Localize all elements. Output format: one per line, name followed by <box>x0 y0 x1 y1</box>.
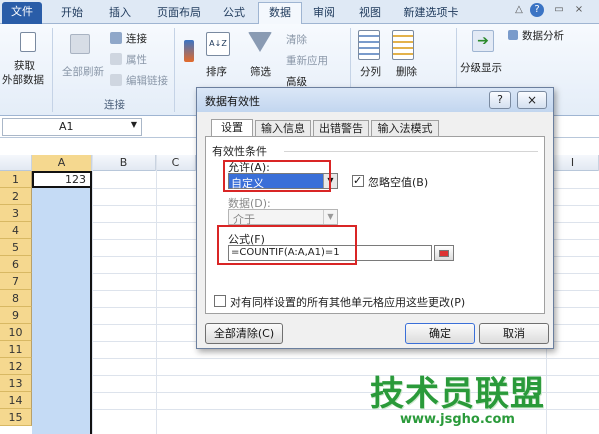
clear-button[interactable]: 清除 <box>286 32 307 47</box>
row-header[interactable]: 10 <box>0 324 32 341</box>
dialog-title: 数据有效性 <box>205 95 260 108</box>
refresh-all-button[interactable]: 全部刷新 <box>62 64 104 79</box>
apply-all-checkbox[interactable] <box>214 295 226 307</box>
tab-new[interactable]: 新建选项卡 <box>398 3 464 24</box>
chevron-down-icon[interactable]: ▼ <box>131 120 137 129</box>
tab-insert[interactable]: 插入 <box>100 3 140 24</box>
row-header[interactable]: 11 <box>0 341 32 358</box>
row-header[interactable]: 5 <box>0 239 32 256</box>
remove-duplicates-button[interactable]: 删除 <box>396 64 417 79</box>
watermark-url: www.jsgho.com <box>400 412 515 427</box>
tab-ime-mode[interactable]: 输入法模式 <box>371 120 439 136</box>
tab-review[interactable]: 审阅 <box>306 3 342 24</box>
section-divider <box>284 151 538 152</box>
check-icon: ✓ <box>353 174 363 187</box>
data-select[interactable]: 介于 ▼ <box>228 209 338 226</box>
data-analysis-icon <box>508 30 518 40</box>
tab-view[interactable]: 视图 <box>352 3 388 24</box>
edit-links-icon <box>110 74 122 86</box>
selected-column-range[interactable] <box>32 171 92 434</box>
row-header[interactable]: 3 <box>0 205 32 222</box>
row-header[interactable]: 2 <box>0 188 32 205</box>
row-header[interactable]: 9 <box>0 307 32 324</box>
apply-all-label: 对有同样设置的所有其他单元格应用这些更改(P) <box>230 296 466 309</box>
tab-error-alert[interactable]: 出错警告 <box>313 120 369 136</box>
connections-button[interactable]: 连接 <box>126 31 147 46</box>
column-header-c[interactable]: C <box>156 155 196 171</box>
row-header[interactable]: 14 <box>0 392 32 409</box>
filter-button[interactable]: 筛选 <box>250 64 271 79</box>
tab-page-layout[interactable]: 页面布局 <box>146 3 212 24</box>
column-header-a[interactable]: A <box>32 155 92 171</box>
get-external-label-2[interactable]: 外部数据 <box>2 72 44 87</box>
separator <box>174 28 175 112</box>
ok-button[interactable]: 确定 <box>405 323 475 344</box>
ribbon-tab-bar: 文件 开始 插入 页面布局 公式 数据 审阅 视图 新建选项卡 △ ? ▭ × <box>0 0 599 24</box>
cell-a1-value: 123 <box>65 173 86 186</box>
watermark-title: 技术员联盟 <box>370 374 545 414</box>
highlight-formula <box>217 225 357 265</box>
get-external-data-icon <box>20 32 36 52</box>
clear-all-button[interactable]: 全部清除(C) <box>205 323 283 344</box>
get-external-label-1[interactable]: 获取 <box>14 58 35 73</box>
select-all-corner[interactable] <box>0 155 32 171</box>
row-header[interactable]: 12 <box>0 358 32 375</box>
reapply-button[interactable]: 重新应用 <box>286 53 328 68</box>
sort-icon: A↓Z <box>206 32 230 56</box>
section-validation-criteria: 有效性条件 <box>212 145 267 158</box>
properties-icon <box>110 53 122 65</box>
refresh-all-icon <box>70 34 90 54</box>
cancel-button[interactable]: 取消 <box>479 323 549 344</box>
tab-file[interactable]: 文件 <box>2 2 42 24</box>
group-label-connections: 连接 <box>104 99 125 111</box>
split-column-button[interactable]: 分列 <box>360 64 381 79</box>
row-header[interactable]: 1 <box>0 171 32 188</box>
data-validation-dialog: 数据有效性 ? × 设置 输入信息 出错警告 输入法模式 有效性条件 允许(A)… <box>196 87 554 349</box>
column-header-b[interactable]: B <box>92 155 156 171</box>
filter-icon <box>248 32 272 52</box>
row-header[interactable]: 8 <box>0 290 32 307</box>
tab-formulas[interactable]: 公式 <box>214 3 254 24</box>
restore-icon[interactable]: ▭ <box>552 4 566 15</box>
connections-icon <box>110 32 122 44</box>
dialog-close-button[interactable]: × <box>517 91 547 109</box>
gridline <box>92 358 599 359</box>
edit-links-button[interactable]: 编辑链接 <box>126 73 168 88</box>
data-analysis-button[interactable]: 数据分析 <box>522 28 564 43</box>
row-header[interactable]: 13 <box>0 375 32 392</box>
tab-input-message[interactable]: 输入信息 <box>255 120 311 136</box>
chevron-down-icon[interactable]: ▼ <box>323 210 337 224</box>
ignore-blank-checkbox[interactable]: ✓ <box>352 174 364 187</box>
tab-data[interactable]: 数据 <box>258 2 302 24</box>
minimize-ribbon-icon[interactable]: △ <box>512 4 526 15</box>
close-icon[interactable]: × <box>572 4 586 15</box>
row-header[interactable]: 7 <box>0 273 32 290</box>
remove-duplicates-icon <box>392 30 414 60</box>
ignore-blank-label: 忽略空值(B) <box>368 176 429 189</box>
name-box[interactable]: A1 ▼ <box>2 118 142 136</box>
highlight-allow <box>223 160 331 192</box>
outline-icon: ➔ <box>472 30 494 52</box>
help-icon[interactable]: ? <box>530 3 544 17</box>
separator <box>52 28 53 112</box>
row-header[interactable]: 15 <box>0 409 32 426</box>
row-header[interactable]: 4 <box>0 222 32 239</box>
range-picker-icon <box>439 250 449 257</box>
dialog-title-bar[interactable]: 数据有效性 ? × <box>197 88 553 112</box>
active-cell-a1[interactable]: 123 <box>32 171 92 188</box>
outline-button[interactable]: 分级显示 <box>460 60 502 75</box>
range-select-button[interactable] <box>434 245 454 261</box>
tab-settings[interactable]: 设置 <box>211 119 253 137</box>
sort-asc-icon[interactable] <box>184 40 194 62</box>
sort-button[interactable]: 排序 <box>206 64 227 79</box>
name-box-value: A1 <box>59 120 74 133</box>
split-column-icon <box>358 30 380 60</box>
tab-home[interactable]: 开始 <box>52 3 92 24</box>
properties-button[interactable]: 属性 <box>126 52 147 67</box>
dialog-help-button[interactable]: ? <box>489 91 511 109</box>
row-header[interactable]: 6 <box>0 256 32 273</box>
